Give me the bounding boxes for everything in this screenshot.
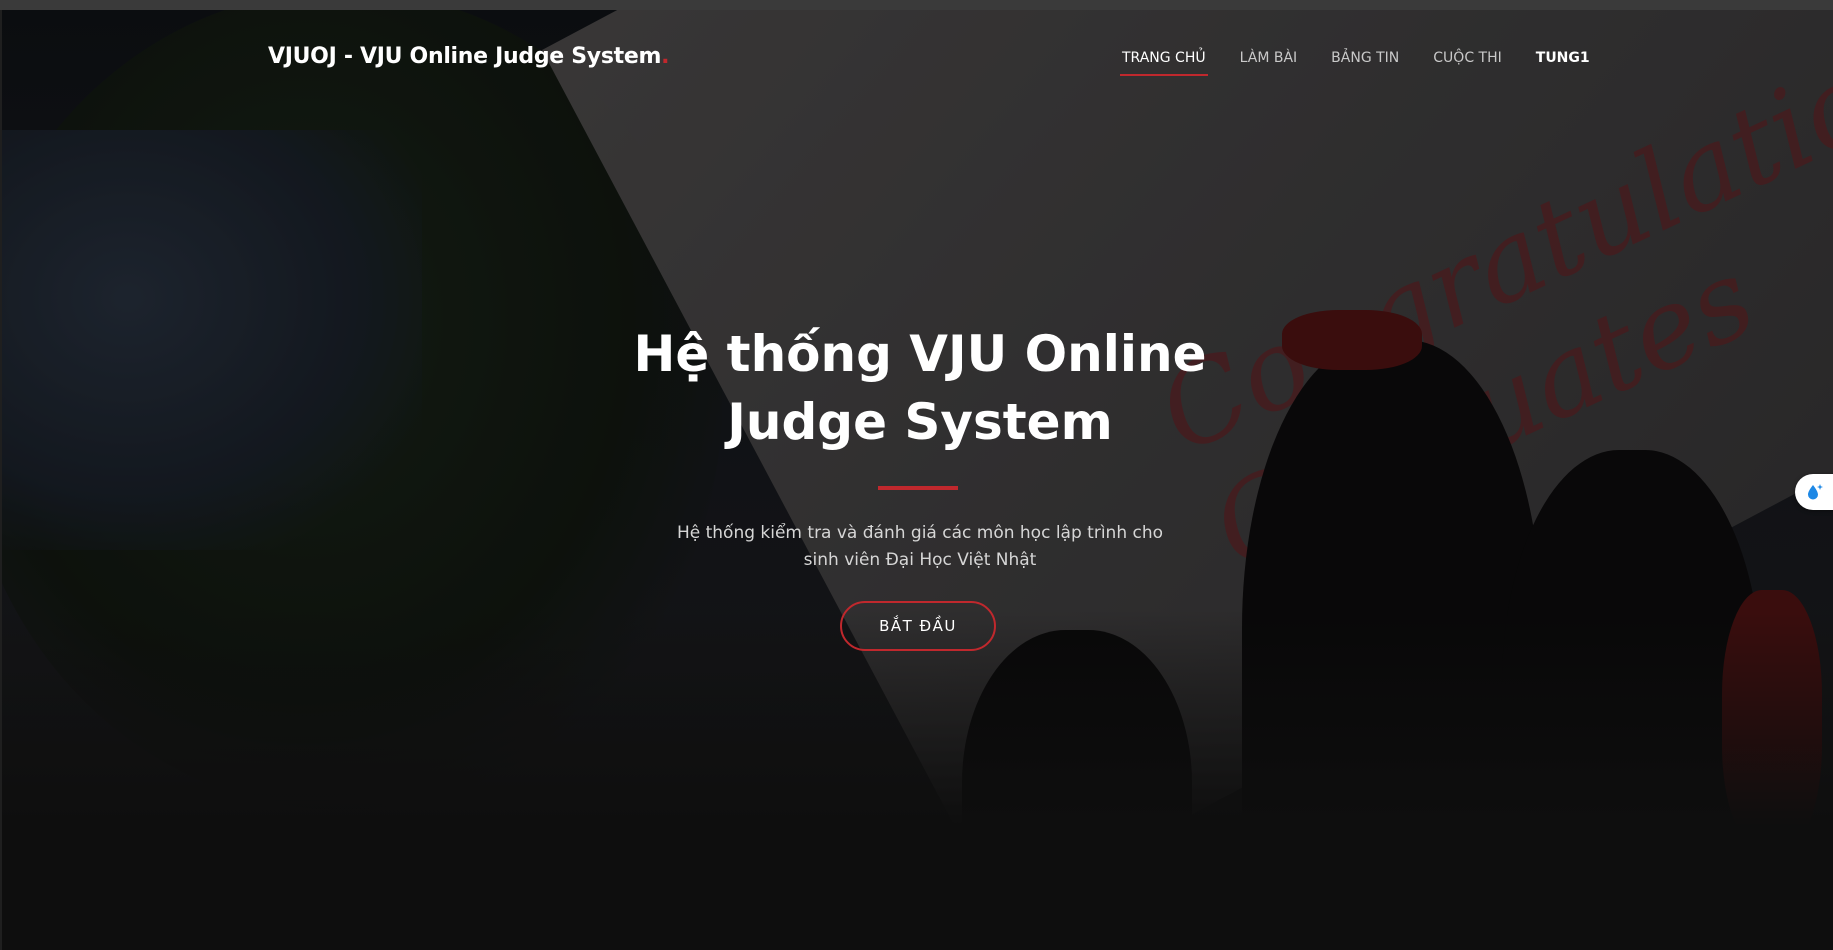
hero-title: Hệ thống VJU Online Judge System: [560, 320, 1280, 456]
nav-item-user[interactable]: TUNG1: [1536, 50, 1590, 76]
title-divider: [878, 486, 958, 490]
hero-section: Congratulations Graduates: [2, 10, 1833, 950]
site-brand[interactable]: VJUOJ - VJU Online Judge System.: [268, 44, 669, 69]
brand-dot: .: [661, 44, 670, 69]
droplet-sparkle-icon: [1808, 484, 1823, 500]
hero-title-line1: Hệ thống VJU Online: [633, 325, 1207, 383]
side-widget-button[interactable]: [1795, 474, 1833, 510]
start-button[interactable]: BẮT ĐẦU: [840, 601, 996, 651]
brand-name: VJUOJ - VJU Online Judge System: [268, 44, 662, 69]
main-nav: TRANG CHỦ LÀM BÀI BẢNG TIN CUỘC THI TUNG…: [1120, 50, 1590, 80]
nav-item-home[interactable]: TRANG CHỦ: [1120, 50, 1208, 76]
hero-title-line2: Judge System: [727, 393, 1113, 451]
dark-overlay: [2, 10, 1833, 950]
nav-item-problems[interactable]: LÀM BÀI: [1240, 50, 1298, 76]
nav-item-news[interactable]: BẢNG TIN: [1331, 50, 1399, 76]
hero-subtitle-line1: Hệ thống kiểm tra và đánh giá các môn họ…: [676, 523, 1164, 543]
hero-subtitle-line2: sinh viên Đại Học Việt Nhật: [803, 550, 1037, 570]
hero-subtitle: Hệ thống kiểm tra và đánh giá các môn họ…: [660, 520, 1180, 574]
nav-item-contests[interactable]: CUỘC THI: [1433, 50, 1501, 76]
browser-top-strip: [0, 0, 1833, 10]
